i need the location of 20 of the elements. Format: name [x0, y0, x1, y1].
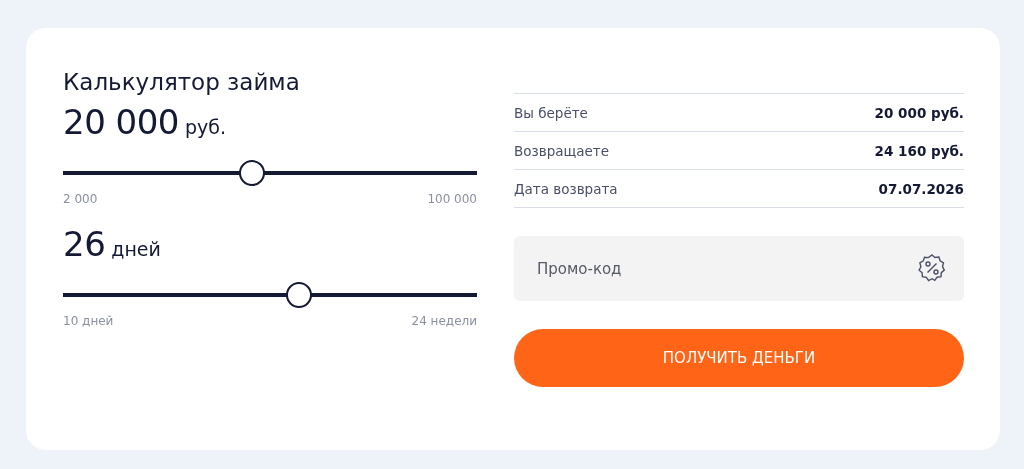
discount-badge-icon [916, 252, 948, 284]
slider-thumb[interactable] [285, 282, 312, 308]
summary-value: 07.07.2026 [878, 180, 964, 197]
max-label: 100 000 [427, 192, 477, 206]
summary-label: Возвращаете [514, 142, 609, 159]
summary-label: Вы берёте [514, 104, 588, 121]
promo-code-field[interactable]: Промо-код [514, 236, 964, 301]
amount-value: 26 [63, 224, 106, 264]
slider-thumb[interactable] [239, 160, 266, 186]
unit-label: руб. [184, 116, 227, 138]
min-label: 2 000 [63, 192, 98, 206]
calculator-title: Калькулятор займа [63, 68, 301, 96]
summary-value: 24 160 руб. [874, 142, 964, 159]
unit-label: дней [111, 238, 161, 260]
summary-label: Дата возврата [514, 180, 618, 197]
min-label: 10 дней [63, 314, 114, 328]
max-label: 24 недели [411, 314, 477, 328]
amount-value: 20 000 [63, 102, 179, 142]
summary-value: 20 000 руб. [874, 104, 964, 121]
get-money-button[interactable]: ПОЛУЧИТЬ ДЕНЬГИ [514, 329, 964, 387]
